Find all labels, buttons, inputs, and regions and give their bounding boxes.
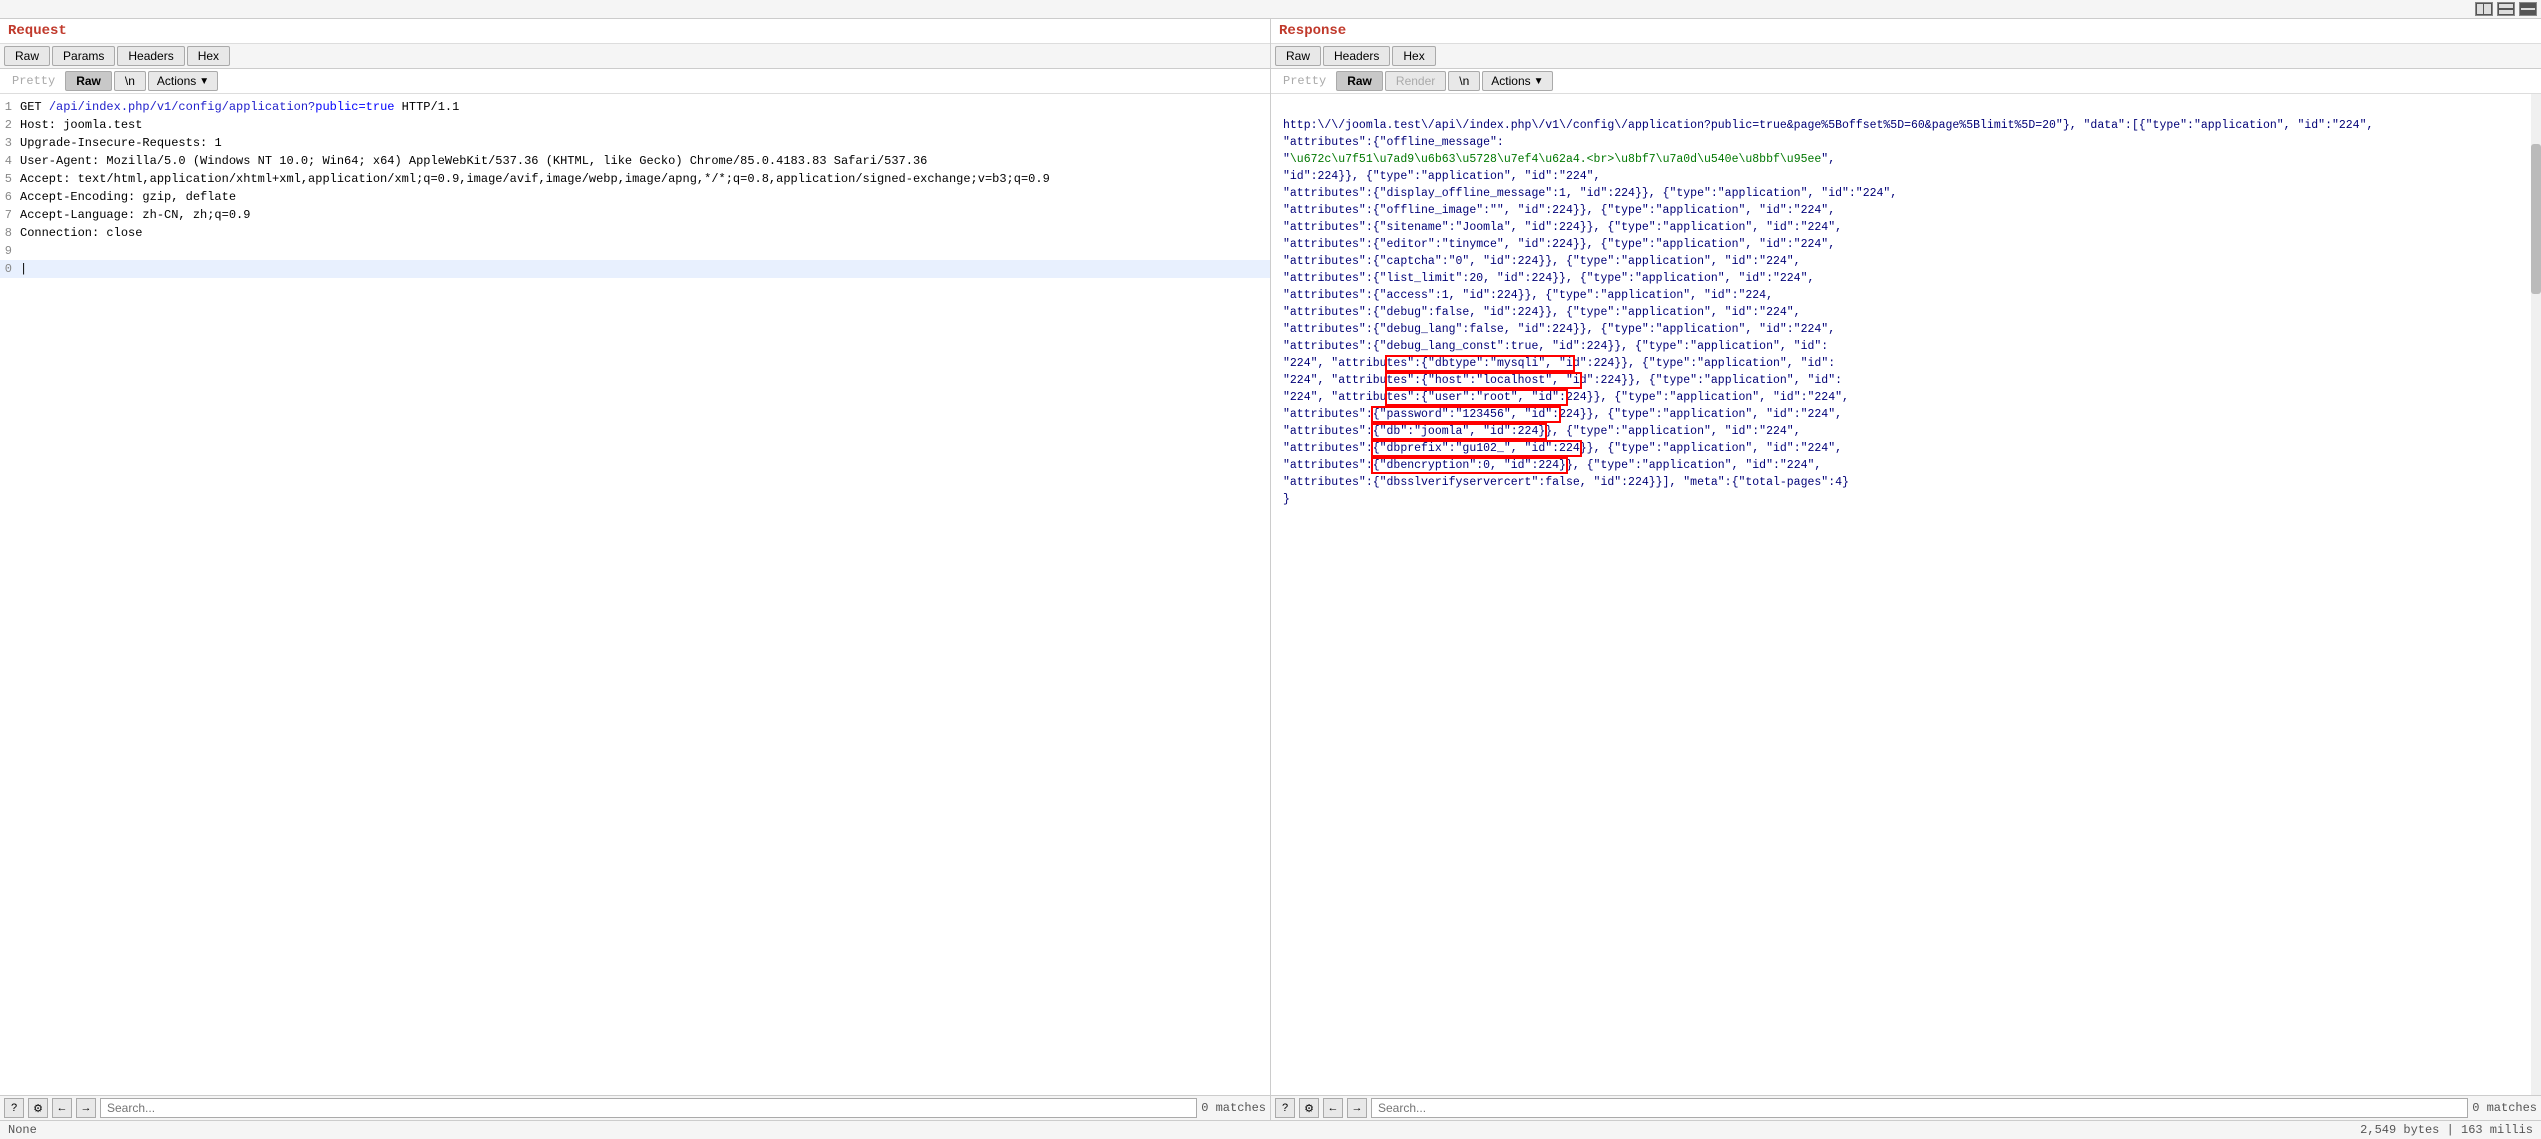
request-search-help[interactable]: ? xyxy=(4,1098,24,1118)
response-mode-render[interactable]: Render xyxy=(1385,71,1446,91)
status-right: 2,549 bytes | 163 millis xyxy=(2360,1123,2533,1137)
response-search-help[interactable]: ? xyxy=(1275,1098,1295,1118)
request-tabs: Raw Params Headers Hex xyxy=(0,44,1270,69)
request-line-8: 8 Connection: close xyxy=(0,224,1270,242)
request-mode-tabs: Pretty Raw \n Actions ▼ xyxy=(0,69,1270,94)
response-tab-raw[interactable]: Raw xyxy=(1275,46,1321,66)
request-tab-hex[interactable]: Hex xyxy=(187,46,230,66)
response-search-input[interactable] xyxy=(1371,1098,2468,1118)
request-content[interactable]: 1 GET /api/index.php/v1/config/applicati… xyxy=(0,94,1270,1095)
request-pretty-label: Pretty xyxy=(4,72,63,90)
request-search-settings[interactable]: ⚙ xyxy=(28,1098,48,1118)
response-tab-headers[interactable]: Headers xyxy=(1323,46,1390,66)
request-title: Request xyxy=(0,19,1270,44)
request-search-bar: ? ⚙ ← → 0 matches xyxy=(0,1095,1270,1120)
request-matches-count: 0 matches xyxy=(1201,1101,1266,1115)
request-mode-raw[interactable]: Raw xyxy=(65,71,112,91)
request-line-10: 0 | xyxy=(0,260,1270,278)
response-scrollbar-thumb xyxy=(2531,144,2541,294)
request-search-input[interactable] xyxy=(100,1098,1197,1118)
request-line-5: 5 Accept: text/html,application/xhtml+xm… xyxy=(0,170,1270,188)
layout-icon[interactable] xyxy=(2475,2,2493,16)
response-mode-raw[interactable]: Raw xyxy=(1336,71,1383,91)
response-tab-hex[interactable]: Hex xyxy=(1392,46,1435,66)
request-actions-chevron: ▼ xyxy=(199,76,209,87)
request-line-6: 6 Accept-Encoding: gzip, deflate xyxy=(0,188,1270,206)
request-line-2: 2 Host: joomla.test xyxy=(0,116,1270,134)
split-icon[interactable] xyxy=(2497,2,2515,16)
status-left: None xyxy=(8,1123,37,1137)
response-mode-tabs: Pretty Raw Render \n Actions ▼ xyxy=(1271,69,2541,94)
response-search-next[interactable]: → xyxy=(1347,1098,1367,1118)
response-actions-button[interactable]: Actions ▼ xyxy=(1482,71,1552,91)
request-panel: Request Raw Params Headers Hex Pretty Ra… xyxy=(0,19,1271,1120)
response-matches-count: 0 matches xyxy=(2472,1101,2537,1115)
request-tab-raw[interactable]: Raw xyxy=(4,46,50,66)
response-pretty-label: Pretty xyxy=(1275,72,1334,90)
request-tab-headers[interactable]: Headers xyxy=(117,46,184,66)
request-actions-button[interactable]: Actions ▼ xyxy=(148,71,218,91)
request-tab-params[interactable]: Params xyxy=(52,46,115,66)
request-line-4: 4 User-Agent: Mozilla/5.0 (Windows NT 10… xyxy=(0,152,1270,170)
top-bar xyxy=(0,0,2541,19)
response-panel: Response Raw Headers Hex Pretty Raw Rend… xyxy=(1271,19,2541,1120)
status-bar: None 2,549 bytes | 163 millis xyxy=(0,1120,2541,1139)
request-line-9: 9 xyxy=(0,242,1270,260)
response-search-bar: ? ⚙ ← → 0 matches xyxy=(1271,1095,2541,1120)
response-search-settings[interactable]: ⚙ xyxy=(1299,1098,1319,1118)
request-search-prev[interactable]: ← xyxy=(52,1098,72,1118)
request-mode-newline[interactable]: \n xyxy=(114,71,146,91)
request-search-next[interactable]: → xyxy=(76,1098,96,1118)
response-actions-chevron: ▼ xyxy=(1534,76,1544,87)
response-title: Response xyxy=(1271,19,2541,44)
request-line-7: 7 Accept-Language: zh-CN, zh;q=0.9 xyxy=(0,206,1270,224)
response-mode-newline[interactable]: \n xyxy=(1448,71,1480,91)
response-search-prev[interactable]: ← xyxy=(1323,1098,1343,1118)
response-scrollbar[interactable] xyxy=(2531,94,2541,1095)
response-text: http:\/\/joomla.test\/api\/index.php\/v1… xyxy=(1275,98,2541,527)
response-tabs: Raw Headers Hex xyxy=(1271,44,2541,69)
request-line-1: 1 GET /api/index.php/v1/config/applicati… xyxy=(0,98,1270,116)
request-line-3: 3 Upgrade-Insecure-Requests: 1 xyxy=(0,134,1270,152)
minimize-icon[interactable] xyxy=(2519,2,2537,16)
response-content[interactable]: http:\/\/joomla.test\/api\/index.php\/v1… xyxy=(1271,94,2541,1095)
